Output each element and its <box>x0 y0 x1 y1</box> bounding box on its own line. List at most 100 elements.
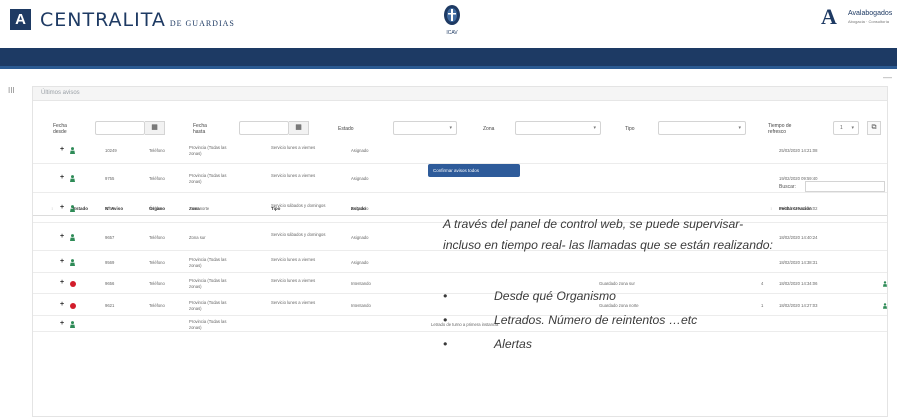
collapse-icon[interactable]: — <box>883 72 892 82</box>
cell-organo: Teléfono <box>149 176 165 181</box>
expand-icon[interactable]: + <box>60 301 64 308</box>
cell-estado: Asignado <box>351 235 369 240</box>
person-icon[interactable] <box>883 281 887 287</box>
cell-num-aviso: 9655 <box>105 206 115 211</box>
emblem-icon <box>444 5 460 25</box>
alert-status-icon <box>70 281 76 287</box>
cell-organo: Teléfono <box>149 235 165 240</box>
cell-reintentos: 1 <box>761 303 764 308</box>
cell-organo: Teléfono <box>149 148 165 153</box>
cell-estado: Intentando <box>351 303 371 308</box>
filter-label-fecha-hasta: Fecha hasta <box>193 123 207 135</box>
expand-icon[interactable]: + <box>60 258 64 265</box>
chevron-down-icon: ▾ <box>593 125 596 131</box>
zona-select[interactable]: ▾ <box>515 121 601 135</box>
estado-select[interactable]: ▾ <box>393 121 457 135</box>
panel-title: Últimos avisos <box>41 90 80 96</box>
chevron-down-icon: ▾ <box>738 125 741 131</box>
person-icon <box>70 175 75 182</box>
export-icon[interactable]: ⧉ <box>867 121 881 135</box>
caption-bullet-2: Letrados. Número de reintentos …etc <box>494 313 698 327</box>
person-icon <box>70 205 75 212</box>
cell-tipo: Servicio sábados y domingos <box>271 203 326 208</box>
cell-num-aviso: 9621 <box>105 303 115 308</box>
fecha-hasta-input[interactable] <box>239 121 289 135</box>
table-row[interactable]: +9755 Teléfono Provincia (Todas las zonas)… <box>33 165 887 193</box>
person-icon <box>70 321 75 328</box>
cell-fecha: 18/02/2020 14:27:03 <box>779 303 818 308</box>
cell-zona: Provincia (Todas las zonas) <box>189 145 227 156</box>
tipo-select[interactable]: ▾ <box>658 121 746 135</box>
cell-zona: Provincia (Todas las zonas) <box>189 257 227 268</box>
app-title: CENTRALITA DE GUARDIAS <box>40 9 235 31</box>
cell-num-aviso: 9569 <box>105 260 115 265</box>
cell-organo: Teléfono <box>149 303 165 308</box>
sidebar-toggle[interactable]: III <box>8 86 15 95</box>
cell-tipo: Servicio sábados y domingos <box>271 232 326 237</box>
cell-tipo: Servicio lunes a viernes <box>271 278 316 283</box>
cell-letrado: Letrado de turno a primera instancia <box>431 322 499 327</box>
cell-letrado: Guardado zona sur <box>599 281 635 286</box>
app-logo[interactable]: A <box>10 9 31 30</box>
partner-name: Avalabogados <box>848 10 893 17</box>
cell-zona: Zona norte <box>189 206 210 211</box>
app-header: A CENTRALITA DE GUARDIAS ICAV A Avalaboga… <box>0 0 897 48</box>
cell-estado: Asignado <box>351 206 369 211</box>
cell-fecha: 18/02/2020 14:34:06 <box>779 281 818 286</box>
cell-tipo: Servicio lunes a viernes <box>271 300 316 305</box>
chevron-down-icon: ▾ <box>449 125 452 131</box>
cell-zona: Provincia (Todas las zonas) <box>189 319 227 330</box>
table-row[interactable]: +9656 Teléfono Provincia (Todas las zonas)… <box>33 274 887 294</box>
cell-fecha: 18/02/2020 14:40:24 <box>779 235 818 240</box>
expand-icon[interactable]: + <box>60 146 64 153</box>
expand-icon[interactable]: + <box>60 279 64 286</box>
emblem-caption: ICAV <box>446 30 458 36</box>
expand-icon[interactable]: + <box>60 174 64 181</box>
filter-label-zona: Zona <box>483 126 495 132</box>
filter-label-tipo: Tipo <box>625 126 635 132</box>
cell-tipo: Servicio lunes a viernes <box>271 145 316 150</box>
cell-letrado: Guardado zona norte <box>599 303 639 308</box>
cell-fecha: 25/03/2020 14:21:08 <box>779 148 818 153</box>
bullet-marker: • <box>443 313 448 327</box>
expand-icon[interactable]: + <box>60 233 64 240</box>
expand-icon[interactable]: + <box>60 204 64 211</box>
cell-fecha: 18/02/2020 14:44:02 <box>779 206 818 211</box>
cell-num-aviso: 9657 <box>105 235 115 240</box>
filter-label-fecha-desde: Fecha desde <box>53 123 67 135</box>
brand-main: CENTRALITA <box>40 9 166 31</box>
table-row[interactable]: +9621 Teléfono Provincia (Todas las zonas)… <box>33 295 887 316</box>
expand-icon[interactable]: + <box>60 320 64 327</box>
caption-text: A través del panel de control web, se pu… <box>443 217 773 252</box>
cell-reintentos: 4 <box>761 281 764 286</box>
caption-bullet-3: Alertas <box>494 337 532 351</box>
panel-header: Últimos avisos <box>33 87 887 101</box>
bullet-marker: • <box>443 289 448 303</box>
person-icon[interactable] <box>883 303 887 309</box>
cell-zona: Provincia (Todas las zonas) <box>189 278 227 289</box>
navbar-accent <box>0 66 897 69</box>
filter-label-tiempo-refresco: Tiempo de refresco <box>768 123 792 135</box>
cell-zona: Provincia (Todas las zonas) <box>189 173 227 184</box>
fecha-desde-input[interactable] <box>95 121 145 135</box>
cell-estado: Asignado <box>351 260 369 265</box>
partner-logo: A <box>821 4 837 29</box>
cell-zona: Provincia (Todas las zonas) <box>189 300 227 311</box>
table-row[interactable]: + Provincia (Todas las zonas) Letrado de t… <box>33 317 887 332</box>
table-row[interactable]: +10249 Teléfono Provincia (Todas las zonas… <box>33 138 887 164</box>
calendar-icon[interactable]: ▦ <box>289 121 309 135</box>
person-icon <box>70 259 75 266</box>
cell-estado: Asignado <box>351 176 369 181</box>
cell-estado: Intentando <box>351 281 371 286</box>
cell-organo: Teléfono <box>149 206 165 211</box>
filter-label-estado: Estado <box>338 126 354 132</box>
calendar-icon[interactable]: ▦ <box>145 121 165 135</box>
partner-subtitle: Abogacía · Consultoría <box>848 19 889 24</box>
page: A CENTRALITA DE GUARDIAS ICAV A Avalaboga… <box>0 0 897 417</box>
cell-organo: Teléfono <box>149 260 165 265</box>
caption-bullet-1: Desde qué Organismo <box>494 289 616 303</box>
cell-tipo: Servicio lunes a viernes <box>271 257 316 262</box>
brand-sub: DE GUARDIAS <box>169 19 235 28</box>
alert-status-icon <box>70 303 76 309</box>
refresh-interval-select[interactable]: 1 ▾ <box>833 121 859 135</box>
